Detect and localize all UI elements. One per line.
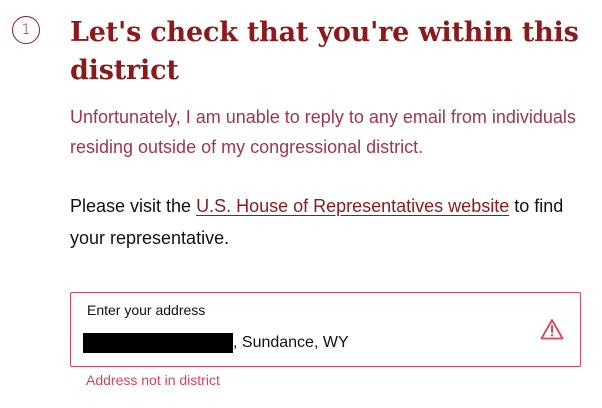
- address-error-message: Address not in district: [86, 372, 220, 388]
- redacted-street: [83, 333, 233, 353]
- address-value[interactable]: , Sundance, WY: [83, 333, 349, 353]
- address-city-state: , Sundance, WY: [233, 334, 349, 351]
- step-number-badge: 1: [12, 16, 40, 44]
- warning-triangle-icon: [540, 319, 564, 340]
- info-prefix: Please visit the: [70, 196, 197, 216]
- step-number: 1: [21, 22, 31, 38]
- address-field[interactable]: Enter your address , Sundance, WY: [70, 292, 581, 367]
- district-notice: Unfortunately, I am unable to reply to a…: [70, 107, 576, 157]
- house-website-link[interactable]: U.S. House of Representatives website: [196, 196, 509, 216]
- representative-info: Please visit the U.S. House of Represent…: [70, 190, 590, 254]
- page-title: Let's check that you're within this dist…: [70, 17, 579, 86]
- address-field-label: Enter your address: [87, 302, 206, 318]
